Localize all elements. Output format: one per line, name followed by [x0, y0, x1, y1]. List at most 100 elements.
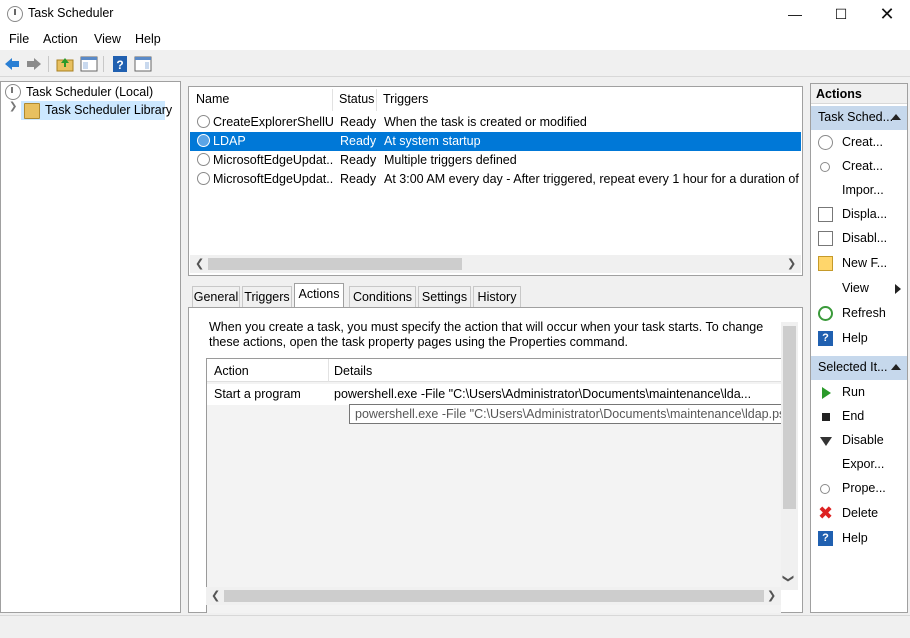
action-new-folder[interactable]: New F... [811, 253, 907, 275]
action-disable[interactable]: Disable [811, 430, 907, 452]
action-delete[interactable]: ✖ Delete [811, 503, 907, 525]
tab-settings[interactable]: Settings [418, 286, 471, 307]
vertical-scrollbar[interactable]: ❯ [781, 322, 798, 590]
section-header-label: Task Sched... [818, 110, 894, 124]
actions-pane: Actions Task Sched... Creat... Creat... … [810, 83, 908, 613]
expand-chevron-icon[interactable]: ❯ [9, 101, 17, 112]
task-row[interactable]: MicrosoftEdgeUpdat... Ready At 3:00 AM e… [190, 170, 801, 189]
tab-triggers[interactable]: Triggers [242, 286, 292, 307]
column-separator[interactable] [376, 89, 377, 111]
tab-actions[interactable]: Actions [294, 283, 344, 308]
task-row-selected[interactable]: LDAP Ready At system startup [190, 132, 801, 151]
forward-arrow-icon[interactable] [25, 55, 43, 73]
section-header-task-scheduler[interactable]: Task Sched... [811, 106, 907, 130]
action-label: Creat... [842, 135, 883, 149]
scroll-right-icon[interactable]: ❯ [767, 589, 776, 602]
action-import-task[interactable]: Impor... [811, 180, 907, 202]
column-separator[interactable] [328, 359, 329, 382]
action-details: powershell.exe -File "C:\Users\Administr… [334, 387, 752, 401]
scroll-left-icon[interactable]: ❮ [211, 589, 220, 602]
horizontal-scrollbar[interactable]: ❮ ❯ [206, 587, 781, 605]
task-name: MicrosoftEdgeUpdat... [213, 172, 333, 186]
window-title: Task Scheduler [28, 6, 114, 20]
action-label: Displa... [842, 207, 888, 221]
toolbar-separator [48, 56, 49, 72]
actions-grid-header: Action Details [207, 359, 782, 382]
action-properties[interactable]: Prope... [811, 478, 907, 500]
tree-item-library[interactable]: Task Scheduler Library [21, 101, 172, 120]
actions-grid: Action Details Start a program powershel… [206, 358, 782, 613]
scrollbar-thumb[interactable] [208, 258, 462, 270]
horizontal-scrollbar[interactable]: ❮ ❯ [190, 255, 801, 273]
help-icon[interactable]: ? [111, 55, 129, 73]
action-label: Disable [842, 433, 884, 447]
show-pane-icon[interactable] [80, 55, 98, 73]
column-header-details[interactable]: Details [334, 364, 372, 378]
section-header-selected-item[interactable]: Selected It... [811, 356, 907, 380]
scroll-down-icon[interactable]: ❯ [782, 574, 795, 583]
menu-action[interactable]: Action [43, 32, 78, 46]
running-tasks-icon [818, 207, 833, 222]
stop-icon [822, 413, 830, 421]
action-help-selected[interactable]: ? Help [811, 528, 907, 550]
collapse-triangle-icon[interactable] [891, 364, 901, 370]
menu-file[interactable]: File [9, 32, 29, 46]
task-triggers: Multiple triggers defined [384, 153, 517, 167]
task-clock-icon [197, 172, 210, 185]
tab-conditions[interactable]: Conditions [349, 286, 416, 307]
column-header-name[interactable]: Name [196, 92, 229, 106]
action-end[interactable]: End [811, 406, 907, 428]
task-triggers: At system startup [384, 134, 481, 148]
toolbar: ? [0, 51, 910, 77]
task-clock-icon [197, 134, 210, 147]
scroll-right-icon[interactable]: ❯ [787, 257, 796, 270]
scrollbar-thumb[interactable] [224, 590, 764, 602]
action-row[interactable]: Start a program powershell.exe -File "C:… [207, 384, 782, 405]
column-header-action[interactable]: Action [214, 364, 249, 378]
action-create-task[interactable]: Creat... [811, 156, 907, 178]
action-label: View [842, 281, 869, 295]
task-clock-icon [197, 153, 210, 166]
menu-help[interactable]: Help [135, 32, 161, 46]
action-view-submenu[interactable]: View [811, 278, 907, 300]
action-label: Help [842, 531, 868, 545]
submenu-arrow-icon [895, 284, 901, 294]
minimize-button[interactable]: — [772, 0, 818, 28]
action-disable-history[interactable]: Disabl... [811, 228, 907, 250]
task-clock-icon [197, 115, 210, 128]
task-row[interactable]: MicrosoftEdgeUpdat... Ready Multiple tri… [190, 151, 801, 170]
status-bar [0, 615, 910, 638]
scroll-left-icon[interactable]: ❮ [195, 257, 204, 270]
action-label: Impor... [842, 183, 884, 197]
action-create-basic-task[interactable]: Creat... [811, 132, 907, 154]
task-status: Ready [340, 134, 377, 148]
collapse-triangle-icon[interactable] [891, 114, 901, 120]
maximize-button[interactable]: ☐ [818, 0, 864, 28]
menu-view[interactable]: View [94, 32, 121, 46]
show-action-pane-icon[interactable] [134, 55, 152, 73]
menu-bar: File Action View Help [0, 28, 910, 50]
tab-general[interactable]: General [192, 286, 240, 307]
folder-up-icon[interactable] [56, 55, 74, 73]
action-display-running-tasks[interactable]: Displa... [811, 204, 907, 226]
action-help[interactable]: ? Help [811, 328, 907, 350]
close-button[interactable]: ✕ [864, 0, 910, 28]
tab-history[interactable]: History [473, 286, 521, 307]
action-type: Start a program [214, 387, 301, 401]
column-header-status[interactable]: Status [339, 92, 374, 106]
column-header-triggers[interactable]: Triggers [383, 92, 428, 106]
task-status: Ready [340, 153, 377, 167]
toolbar-separator [103, 56, 104, 72]
clock-icon [818, 135, 833, 150]
action-label: New F... [842, 256, 888, 270]
task-row[interactable]: CreateExplorerShellU... Ready When the t… [190, 113, 801, 132]
tree-item-root[interactable]: Task Scheduler (Local) [1, 83, 180, 102]
tree-root-label: Task Scheduler (Local) [26, 85, 154, 99]
scrollbar-thumb[interactable] [783, 326, 796, 509]
action-run[interactable]: Run [811, 382, 907, 404]
action-export[interactable]: Expor... [811, 454, 907, 476]
column-separator[interactable] [332, 89, 333, 111]
back-arrow-icon[interactable] [3, 55, 21, 73]
actions-tab-panel: When you create a task, you must specify… [188, 307, 803, 613]
action-refresh[interactable]: Refresh [811, 303, 907, 325]
